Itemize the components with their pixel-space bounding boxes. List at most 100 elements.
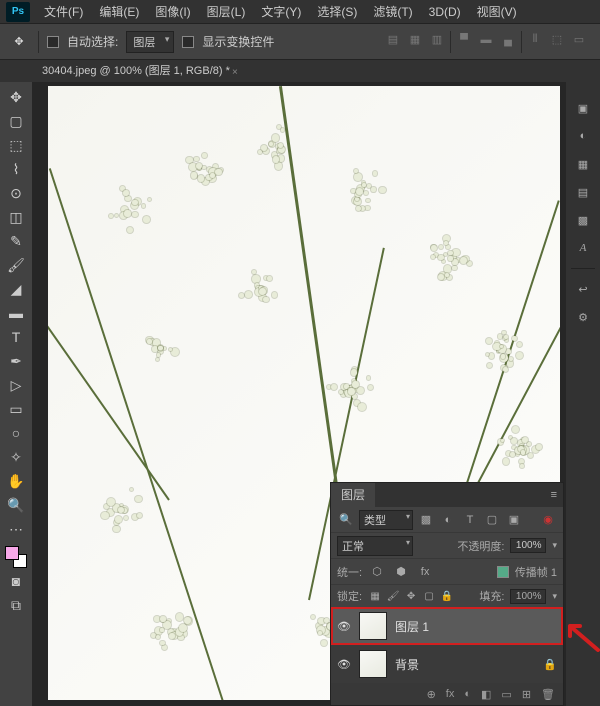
move-tool[interactable]: ✥ [4, 86, 28, 108]
link-layers-icon[interactable]: ⊕ [427, 688, 436, 701]
quick-select-tool[interactable]: ⊙ [4, 182, 28, 204]
zoom-tool[interactable]: 🔍 [4, 494, 28, 516]
edit-toolbar[interactable]: ⋯ [4, 518, 28, 540]
filter-pixel-icon[interactable]: ▩ [417, 511, 435, 529]
propagate-checkbox[interactable] [497, 566, 509, 578]
align-middle-icon[interactable]: ▬ [477, 31, 495, 49]
adjustments-icon[interactable]: ◐ [574, 128, 592, 144]
annotation-arrow-icon [562, 614, 600, 652]
layer-row[interactable]: 👁 图层 1 [331, 607, 563, 645]
filter-type-dropdown[interactable]: 类型 [359, 510, 413, 530]
close-tab-icon[interactable]: × [232, 62, 238, 84]
show-transform-checkbox[interactable] [182, 36, 194, 48]
menu-3d[interactable]: 3D(D) [421, 0, 469, 24]
type-tool[interactable]: T [4, 326, 28, 348]
menu-layer[interactable]: 图层(L) [199, 0, 254, 24]
gradient-tool[interactable]: ▬ [4, 302, 28, 324]
panel-menu-icon[interactable]: ≡ [545, 489, 563, 501]
panel-toggle-icon[interactable]: ▭ [570, 31, 588, 49]
align-right-icon[interactable]: ▥ [428, 31, 446, 49]
visibility-toggle-icon[interactable]: 👁 [337, 619, 351, 633]
opacity-label: 不透明度: [457, 538, 504, 554]
actions-icon[interactable]: ⚙ [574, 309, 592, 325]
delete-layer-icon[interactable]: 🗑 [541, 688, 555, 701]
lasso-tool[interactable]: ⌇ [4, 158, 28, 180]
blend-mode-dropdown[interactable]: 正常 [337, 536, 413, 556]
layer-row[interactable]: 👁 背景 🔒 [331, 645, 563, 683]
filter-smart-icon[interactable]: ▣ [505, 511, 523, 529]
menu-type[interactable]: 文字(Y) [253, 0, 309, 24]
blend-opacity-row: 正常 不透明度: 100% ▾ [331, 533, 563, 559]
path-select-tool[interactable]: ▷ [4, 374, 28, 396]
menu-view[interactable]: 视图(V) [469, 0, 525, 24]
layer-thumbnail[interactable] [359, 650, 387, 678]
quick-mask-icon[interactable]: ◙ [4, 570, 28, 592]
distribute-icon[interactable]: ⫴ [526, 31, 544, 49]
new-layer-icon[interactable]: ⊞ [522, 688, 531, 701]
ellipse-tool[interactable]: ○ [4, 422, 28, 444]
menu-image[interactable]: 图像(I) [147, 0, 198, 24]
eraser-tool[interactable]: ◢ [4, 278, 28, 300]
filter-shape-icon[interactable]: ▢ [483, 511, 501, 529]
filter-toggle-icon[interactable]: ◉ [539, 511, 557, 529]
hand-tool[interactable]: ✋ [4, 470, 28, 492]
lock-transparency-icon[interactable]: ▦ [368, 589, 382, 603]
color-swatches[interactable] [5, 546, 27, 568]
character-icon[interactable]: A [574, 240, 592, 256]
align-top-icon[interactable]: ▀ [455, 31, 473, 49]
swatches-icon[interactable]: ▩ [574, 212, 592, 228]
crop-tool[interactable]: ◫ [4, 206, 28, 228]
adjustment-layer-icon[interactable]: ◧ [481, 688, 491, 701]
opacity-input[interactable]: 100% [510, 538, 546, 553]
menu-filter[interactable]: 滤镜(T) [365, 0, 420, 24]
styles-icon[interactable]: ▤ [574, 184, 592, 200]
layers-tab[interactable]: 图层 [331, 483, 375, 507]
lock-all-icon[interactable]: 🔒 [440, 589, 454, 603]
unify-row: 统一: ⬡ ⬢ fx 传播帧 1 [331, 559, 563, 585]
library-icon[interactable]: ▦ [574, 156, 592, 172]
menu-select[interactable]: 选择(S) [309, 0, 365, 24]
visibility-toggle-icon[interactable]: 👁 [337, 657, 351, 671]
artboard-tool[interactable]: ▢ [4, 110, 28, 132]
move-tool-icon[interactable]: ✥ [8, 31, 30, 53]
filter-adjust-icon[interactable]: ◐ [439, 511, 457, 529]
auto-select-dropdown[interactable]: 图层 [126, 31, 174, 53]
separator [521, 31, 522, 53]
pen-tool[interactable]: ✒ [4, 350, 28, 372]
document-tab[interactable]: 30404.jpeg @ 100% (图层 1, RGB/8) * × [32, 60, 240, 82]
unify-style-icon[interactable]: fx [416, 563, 434, 581]
brush-tool[interactable]: 🖌 [4, 254, 28, 276]
unify-position-icon[interactable]: ⬡ [368, 563, 386, 581]
unify-visibility-icon[interactable]: ⬢ [392, 563, 410, 581]
group-icon[interactable]: ▭ [501, 688, 511, 701]
filter-search-icon[interactable]: 🔍 [337, 511, 355, 529]
menu-file[interactable]: 文件(F) [36, 0, 91, 24]
align-center-icon[interactable]: ▦ [406, 31, 424, 49]
layer-thumbnail[interactable] [359, 612, 387, 640]
fill-input[interactable]: 100% [510, 589, 546, 604]
opacity-chevron-icon[interactable]: ▾ [552, 540, 557, 551]
lock-position-icon[interactable]: ✥ [404, 589, 418, 603]
properties-icon[interactable]: ▣ [574, 100, 592, 116]
lock-artboard-icon[interactable]: ▢ [422, 589, 436, 603]
lock-pixels-icon[interactable]: 🖌 [386, 589, 400, 603]
fill-chevron-icon[interactable]: ▾ [552, 591, 557, 602]
layer-mask-icon[interactable]: ◐ [464, 688, 471, 700]
history-icon[interactable]: ↩ [574, 281, 592, 297]
lock-label: 锁定: [337, 588, 362, 604]
custom-shape-tool[interactable]: ✧ [4, 446, 28, 468]
align-bottom-icon[interactable]: ▄ [499, 31, 517, 49]
eyedropper-tool[interactable]: ✎ [4, 230, 28, 252]
auto-select-checkbox[interactable] [47, 36, 59, 48]
rectangle-tool[interactable]: ▭ [4, 398, 28, 420]
3d-mode-icon[interactable]: ⬚ [548, 31, 566, 49]
marquee-tool[interactable]: ⬚ [4, 134, 28, 156]
align-left-icon[interactable]: ▤ [384, 31, 402, 49]
layer-fx-icon[interactable]: fx [446, 688, 455, 700]
lock-fill-row: 锁定: ▦ 🖌 ✥ ▢ 🔒 填充: 100% ▾ [331, 585, 563, 607]
menu-edit[interactable]: 编辑(E) [91, 0, 147, 24]
dock-separator [571, 268, 595, 269]
right-dock: ▣ ◐ ▦ ▤ ▩ A ↩ ⚙ [566, 82, 600, 706]
screen-mode-icon[interactable]: ⧉ [4, 594, 28, 616]
filter-type-icon[interactable]: T [461, 511, 479, 529]
